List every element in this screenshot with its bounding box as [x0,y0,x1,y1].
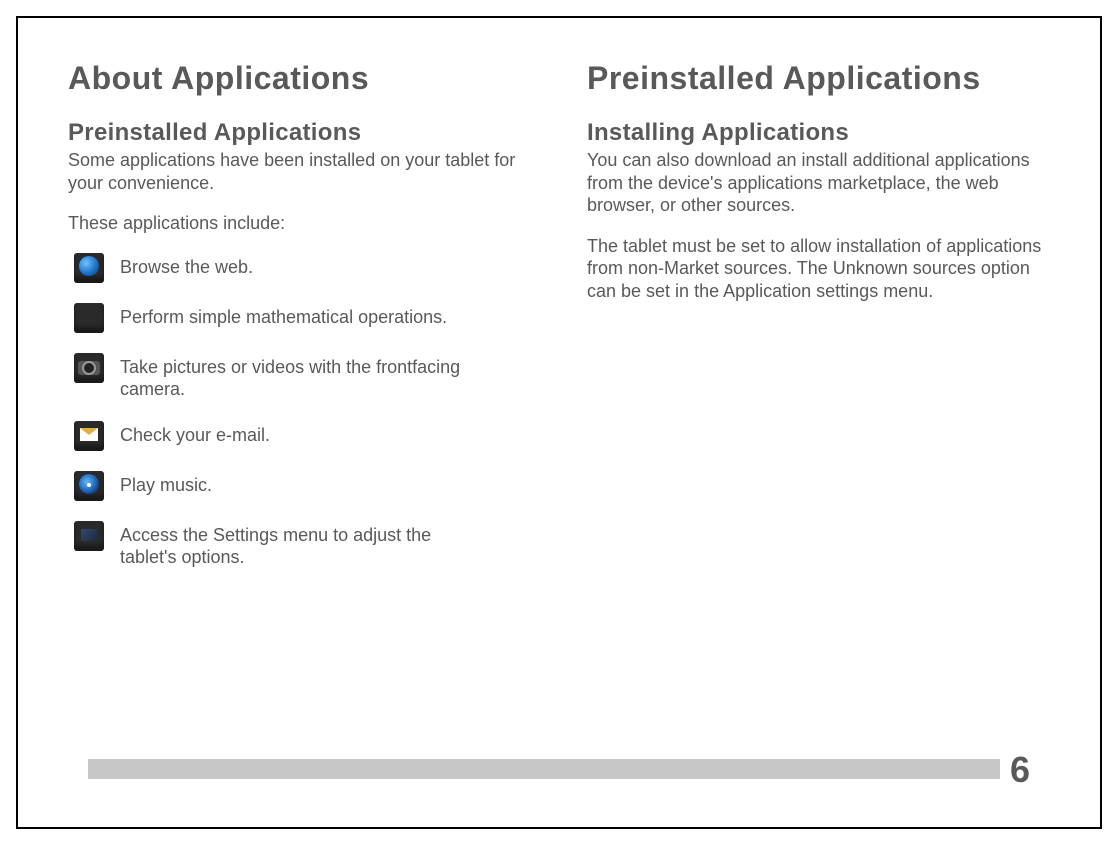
app-desc-settings: Access the Settings menu to adjust the t… [120,521,490,569]
columns: About Applications Preinstalled Applicat… [68,60,1050,589]
email-icon [74,421,104,451]
camera-icon [74,353,104,383]
right-p1: You can also download an install additio… [587,149,1050,217]
app-desc-calculator: Perform simple mathematical operations. [120,303,447,329]
browser-icon [74,253,104,283]
right-title: Preinstalled Applications [587,60,1050,97]
left-intro-2: These applications include: [68,212,531,235]
app-row-email: Check your e-mail. [68,421,531,451]
page-frame: About Applications Preinstalled Applicat… [16,16,1102,829]
right-subtitle: Installing Applications [587,119,1050,147]
app-desc-camera: Take pictures or videos with the frontfa… [120,353,490,401]
calculator-icon [74,303,104,333]
app-row-camera: Take pictures or videos with the frontfa… [68,353,531,401]
left-subtitle: Preinstalled Applications [68,119,531,147]
right-column: Preinstalled Applications Installing App… [587,60,1050,589]
left-column: About Applications Preinstalled Applicat… [68,60,531,589]
app-desc-email: Check your e-mail. [120,421,270,447]
app-row-settings: Access the Settings menu to adjust the t… [68,521,531,569]
settings-icon [74,521,104,551]
app-row-browser: Browse the web. [68,253,531,283]
music-icon [74,471,104,501]
app-list: Browse the web. Perform simple mathemati… [68,253,531,569]
footer-bar [88,759,1030,779]
left-intro-1: Some applications have been installed on… [68,149,531,194]
right-p2: The tablet must be set to allow installa… [587,235,1050,303]
app-row-calculator: Perform simple mathematical operations. [68,303,531,333]
app-desc-browser: Browse the web. [120,253,253,279]
app-desc-music: Play music. [120,471,212,497]
app-row-music: Play music. [68,471,531,501]
page-number: 6 [1000,749,1030,791]
left-title: About Applications [68,60,531,97]
